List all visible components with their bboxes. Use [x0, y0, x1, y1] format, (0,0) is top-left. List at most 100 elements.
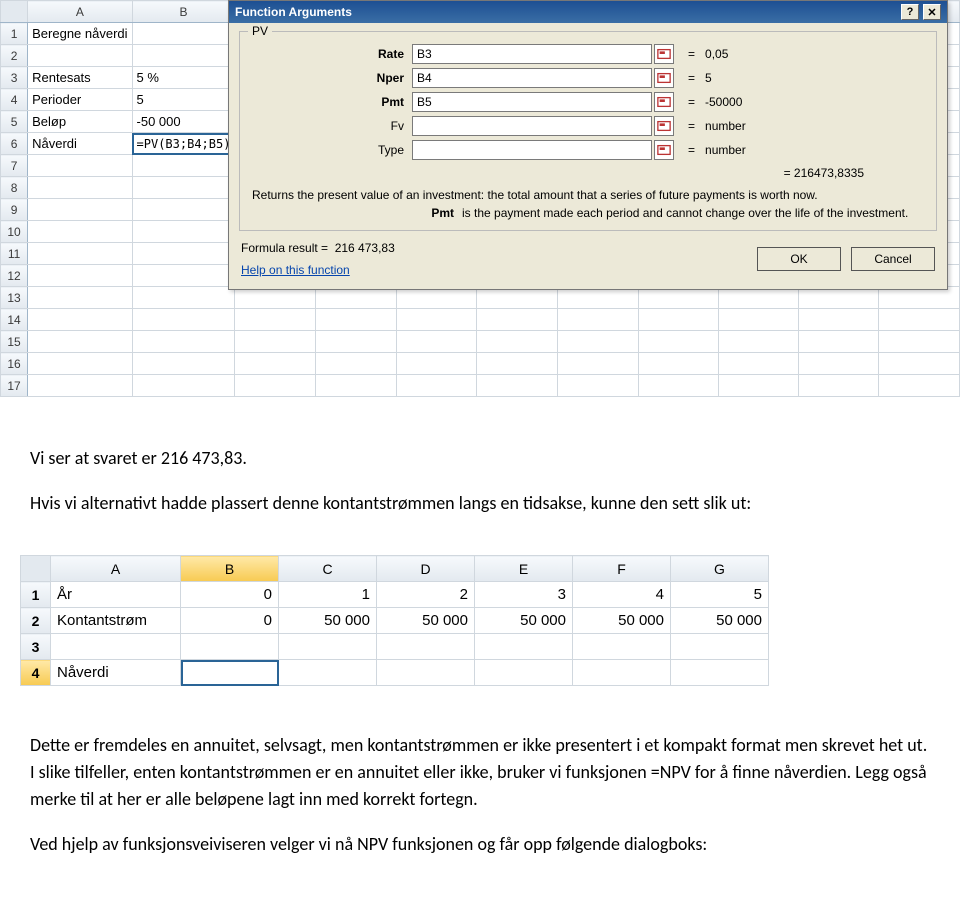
cell[interactable] [557, 353, 638, 375]
cell[interactable] [799, 309, 879, 331]
argument-input[interactable] [412, 92, 652, 112]
cell[interactable] [316, 331, 397, 353]
cell[interactable] [28, 375, 132, 397]
cell[interactable] [132, 353, 235, 375]
cell[interactable]: 2 [377, 582, 475, 608]
cell[interactable] [377, 660, 475, 686]
cell[interactable] [316, 353, 397, 375]
cell[interactable] [573, 660, 671, 686]
row-header[interactable]: 10 [1, 221, 28, 243]
cell[interactable] [879, 309, 960, 331]
cell[interactable] [28, 309, 132, 331]
table-row[interactable]: 16 [1, 353, 960, 375]
spreadsheet-2[interactable]: A B C D E F G 1År0123452Kontantstrøm050 … [20, 555, 769, 686]
cell[interactable] [799, 375, 879, 397]
cell[interactable] [671, 634, 769, 660]
col-header[interactable]: G [671, 556, 769, 582]
row-header[interactable]: 1 [21, 582, 51, 608]
cell[interactable] [132, 375, 235, 397]
cell[interactable] [132, 309, 235, 331]
cell[interactable] [279, 660, 377, 686]
row-header[interactable]: 5 [1, 111, 28, 133]
cell[interactable] [396, 309, 477, 331]
cell[interactable] [132, 243, 235, 265]
row-header[interactable]: 11 [1, 243, 28, 265]
cell[interactable]: -50 000 [132, 111, 235, 133]
table-row[interactable]: 1År012345 [21, 582, 769, 608]
table-row[interactable]: 3 [21, 634, 769, 660]
argument-input[interactable] [412, 44, 652, 64]
cell[interactable] [28, 331, 132, 353]
cell[interactable] [132, 221, 235, 243]
cell[interactable] [28, 177, 132, 199]
ok-button[interactable]: OK [757, 247, 841, 271]
col-header[interactable]: A [51, 556, 181, 582]
row-header[interactable]: 2 [21, 608, 51, 634]
cell[interactable] [316, 309, 397, 331]
argument-input[interactable] [412, 140, 652, 160]
cell[interactable] [132, 287, 235, 309]
cell[interactable]: 50 000 [279, 608, 377, 634]
cell[interactable]: 0 [181, 608, 279, 634]
row-header[interactable]: 3 [1, 67, 28, 89]
cell[interactable] [879, 375, 960, 397]
cell[interactable] [181, 634, 279, 660]
table-row[interactable]: 17 [1, 375, 960, 397]
row-header[interactable]: 4 [1, 89, 28, 111]
cell[interactable] [132, 331, 235, 353]
table-row[interactable]: 2Kontantstrøm050 00050 00050 00050 00050… [21, 608, 769, 634]
cell[interactable] [28, 353, 132, 375]
cell[interactable] [475, 634, 573, 660]
argument-input[interactable] [412, 68, 652, 88]
cell[interactable] [316, 375, 397, 397]
dialog-titlebar[interactable]: Function Arguments ? ✕ [229, 1, 947, 23]
cell[interactable]: Perioder [28, 89, 132, 111]
cell[interactable] [477, 353, 557, 375]
cell[interactable] [879, 331, 960, 353]
cell[interactable] [396, 375, 477, 397]
col-header[interactable]: D [377, 556, 475, 582]
cell[interactable] [638, 331, 719, 353]
cell[interactable] [132, 45, 235, 67]
cell[interactable]: Beløp [28, 111, 132, 133]
table-row[interactable]: 14 [1, 309, 960, 331]
column-header-row[interactable]: A B C D E F G [21, 556, 769, 582]
cell[interactable] [719, 309, 799, 331]
col-header[interactable]: C [279, 556, 377, 582]
refedit-icon[interactable] [654, 44, 674, 64]
cell[interactable] [799, 331, 879, 353]
cell[interactable] [475, 660, 573, 686]
cell[interactable]: Nåverdi [28, 133, 132, 155]
refedit-icon[interactable] [654, 140, 674, 160]
cell[interactable]: =PV(B3;B4;B5) [132, 133, 235, 155]
cell[interactable]: År [51, 582, 181, 608]
select-all-corner[interactable] [21, 556, 51, 582]
cell[interactable] [132, 155, 235, 177]
cell[interactable]: 5 [671, 582, 769, 608]
row-header[interactable]: 1 [1, 23, 28, 45]
cell[interactable] [638, 309, 719, 331]
cell[interactable] [573, 634, 671, 660]
cell[interactable] [279, 634, 377, 660]
cell[interactable]: Kontantstrøm [51, 608, 181, 634]
cell[interactable]: 50 000 [377, 608, 475, 634]
cell[interactable]: 50 000 [475, 608, 573, 634]
cell[interactable] [719, 353, 799, 375]
cell[interactable]: 5 [132, 89, 235, 111]
cell[interactable]: Nåverdi [51, 660, 181, 686]
cell[interactable] [879, 353, 960, 375]
col-header[interactable]: E [475, 556, 573, 582]
cell[interactable] [235, 353, 316, 375]
help-button[interactable]: ? [901, 4, 919, 20]
cell[interactable]: 1 [279, 582, 377, 608]
row-header[interactable]: 17 [1, 375, 28, 397]
cell[interactable] [28, 221, 132, 243]
help-link[interactable]: Help on this function [241, 263, 395, 277]
cell[interactable] [132, 23, 235, 45]
cell[interactable] [51, 634, 181, 660]
cell[interactable] [235, 331, 316, 353]
cell[interactable]: 0 [181, 582, 279, 608]
cell[interactable] [671, 660, 769, 686]
cell[interactable] [28, 155, 132, 177]
cell[interactable] [28, 243, 132, 265]
